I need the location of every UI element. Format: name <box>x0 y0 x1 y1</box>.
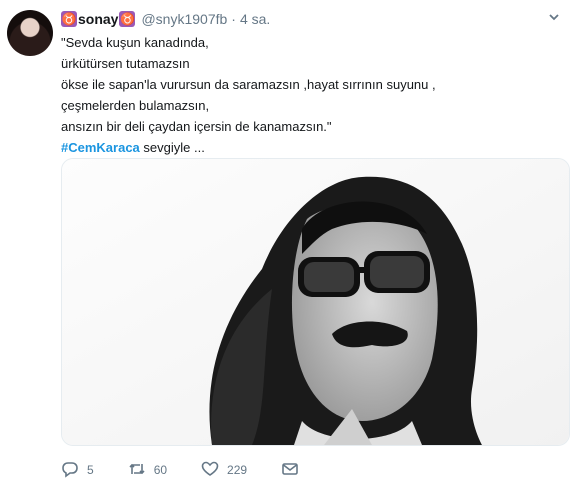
tweet-text-line-hashtag: #CemKaraca sevgiyle ... <box>61 137 541 158</box>
tweet-text-line: çeşmelerden bulamazsın, <box>61 98 210 113</box>
like-button[interactable]: 229 <box>201 460 247 481</box>
retweet-count: 60 <box>153 463 168 477</box>
direct-message-button[interactable] <box>281 460 299 481</box>
reply-button[interactable]: 5 <box>61 460 94 481</box>
taurus-icon: ♉ <box>61 11 77 27</box>
reply-count: 5 <box>87 463 94 477</box>
hashtag-link[interactable]: #CemKaraca <box>61 140 140 155</box>
taurus-icon: ♉ <box>119 11 136 27</box>
display-name[interactable]: sonay <box>78 11 118 27</box>
tweet-text-line: ansızın bir deli çaydan içersin de kanam… <box>61 119 332 134</box>
tweet-header: ♉ sonay ♉ @snyk1907fb · 4 sa. <box>61 9 560 29</box>
retweet-button[interactable]: 60 <box>128 460 167 481</box>
user-handle[interactable]: @snyk1907fb <box>141 11 227 27</box>
avatar[interactable] <box>7 10 53 56</box>
retweet-icon <box>128 460 146 481</box>
tweet: ♉ sonay ♉ @snyk1907fb · 4 sa. "Sevda kuş… <box>0 0 570 491</box>
separator-dot: · <box>231 11 236 27</box>
envelope-icon <box>281 460 299 481</box>
chevron-down-icon[interactable] <box>548 11 560 26</box>
tweet-photo[interactable] <box>61 158 570 446</box>
heart-icon <box>201 460 219 481</box>
like-count: 229 <box>227 463 248 477</box>
portrait-photo <box>62 159 569 445</box>
tweet-timestamp[interactable]: 4 sa. <box>240 11 270 27</box>
tweet-text-line: ökse ile sapan'la vurursun da saramazsın… <box>61 77 436 92</box>
tweet-text-line: "Sevda kuşun kanadında, <box>61 35 209 50</box>
tweet-text-line: ürkütürsen tutamazsın <box>61 56 190 71</box>
tweet-actions: 5 60 229 <box>61 460 333 480</box>
tweet-text-tail: sevgiyle ... <box>139 140 205 155</box>
reply-icon <box>61 460 79 481</box>
tweet-text: "Sevda kuşun kanadında, ürkütürsen tutam… <box>61 32 541 158</box>
